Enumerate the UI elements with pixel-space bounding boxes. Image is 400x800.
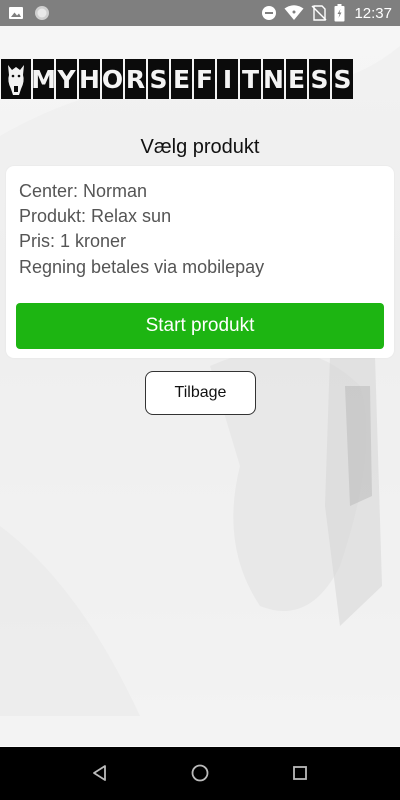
- no-sim-icon: [311, 5, 327, 21]
- brand-logo: M Y H O R S E F I T N E S S: [0, 58, 400, 100]
- system-nav-bar: [0, 747, 400, 800]
- logo-letter: S: [148, 59, 169, 99]
- logo-letter: I: [217, 59, 238, 99]
- logo-letter: H: [79, 59, 100, 99]
- logo-letter: O: [102, 59, 123, 99]
- logo-letter: E: [286, 59, 307, 99]
- circle-icon: [34, 5, 50, 21]
- back-icon[interactable]: [88, 761, 112, 785]
- status-bar: 12:37: [0, 0, 400, 26]
- back-button[interactable]: Tilbage: [145, 371, 256, 415]
- logo-letter: S: [332, 59, 353, 99]
- horse-logo-icon: [1, 59, 31, 99]
- wifi-icon: [284, 5, 304, 21]
- image-icon: [8, 5, 24, 21]
- payment-info: Regning betales via mobilepay: [19, 257, 265, 277]
- status-time: 12:37: [354, 4, 392, 22]
- product-card: Center: Norman Produkt: Relax sun Pris: …: [6, 166, 394, 358]
- logo-letter: E: [171, 59, 192, 99]
- logo-letter: F: [194, 59, 215, 99]
- battery-icon: [334, 4, 345, 22]
- logo-letter: Y: [56, 59, 77, 99]
- page-title: Vælg produkt: [140, 136, 260, 158]
- center-info: Center: Norman: [19, 181, 148, 201]
- start-product-button[interactable]: Start produkt: [16, 303, 384, 349]
- price-info: Pris: 1 kroner: [19, 231, 127, 251]
- logo-letter: R: [125, 59, 146, 99]
- home-icon[interactable]: [188, 761, 212, 785]
- logo-letter: S: [309, 59, 330, 99]
- logo-letter: M: [31, 59, 56, 99]
- logo-letter: N: [263, 59, 284, 99]
- product-info: Produkt: Relax sun: [19, 206, 172, 226]
- recents-icon[interactable]: [288, 761, 312, 785]
- dnd-icon: [261, 5, 277, 21]
- logo-letter: T: [240, 59, 261, 99]
